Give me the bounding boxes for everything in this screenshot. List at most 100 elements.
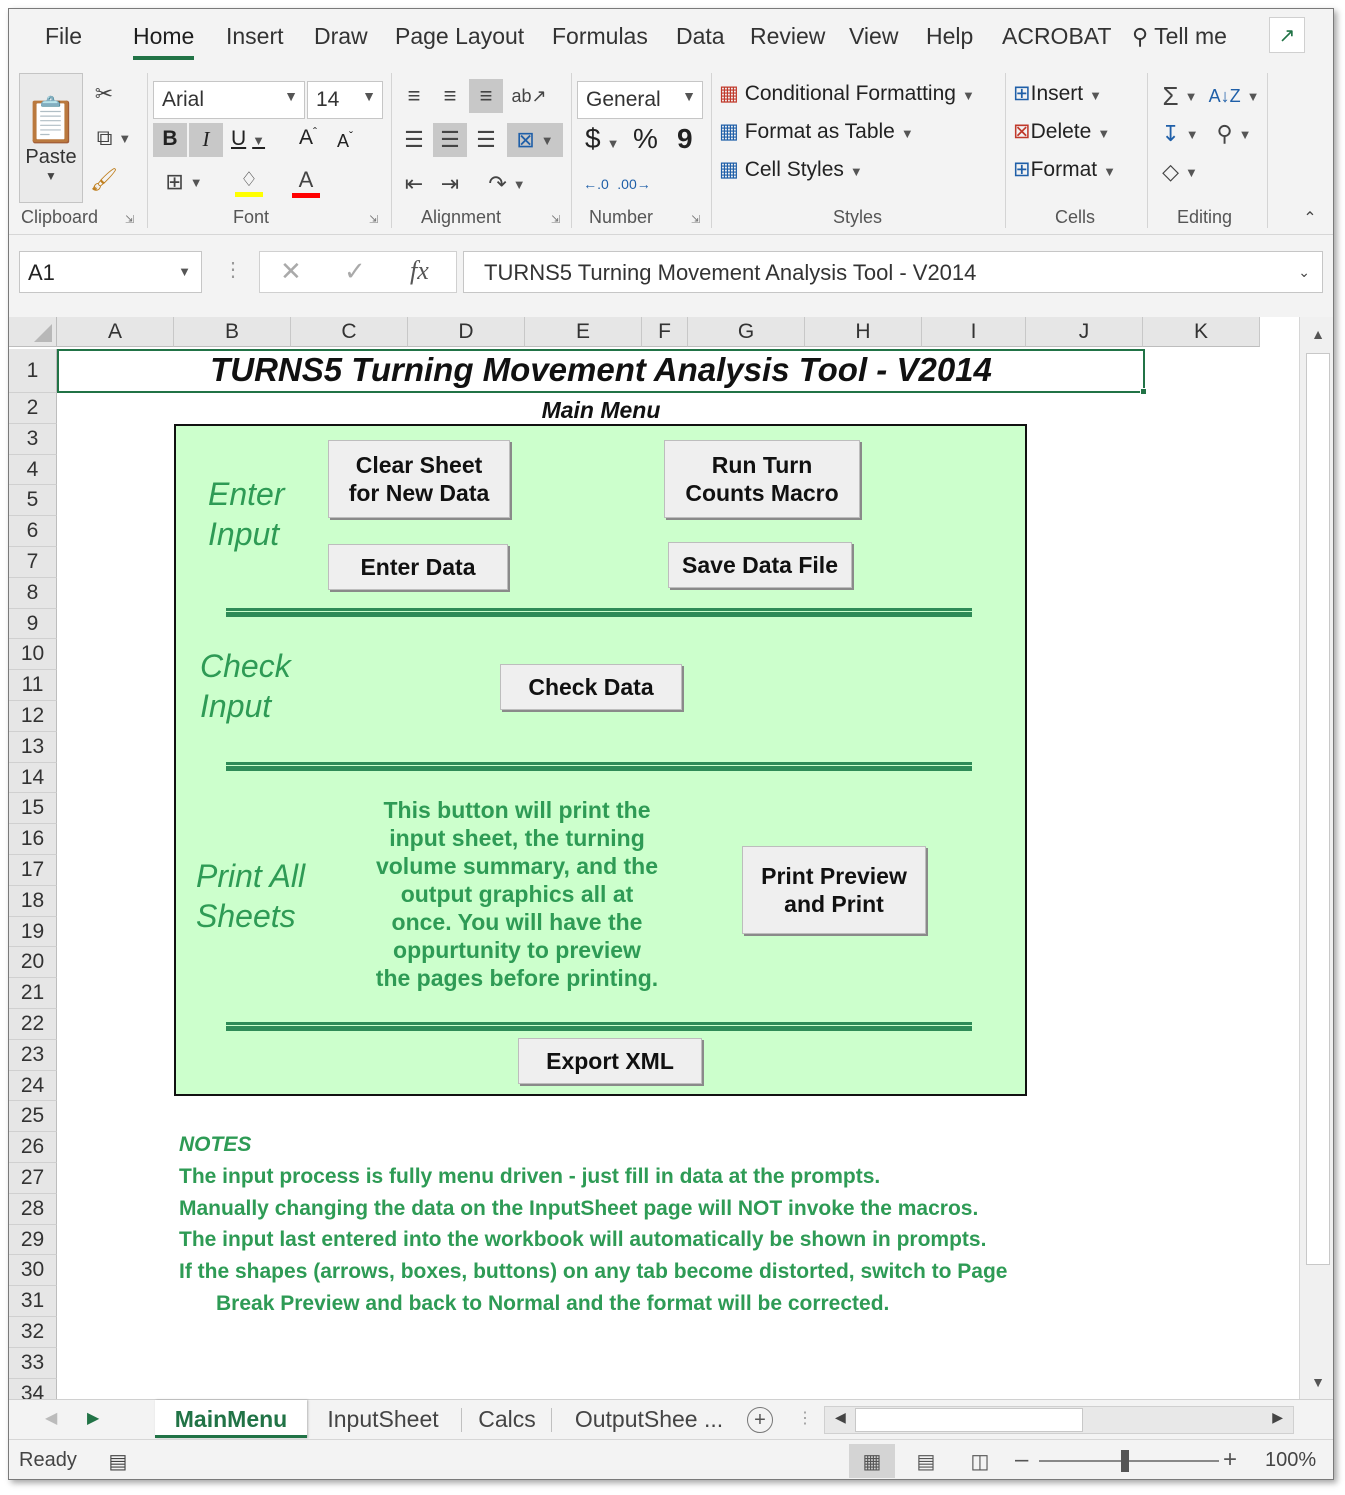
cancel-icon[interactable]: ✕ — [280, 256, 302, 287]
row-header-6[interactable]: 6 — [9, 516, 57, 547]
run-turn-counts-button[interactable]: Run Turn Counts Macro — [664, 440, 860, 518]
row-header-16[interactable]: 16 — [9, 824, 57, 855]
row-header-19[interactable]: 19 — [9, 916, 57, 948]
find-select-icon[interactable]: ⚲ ▼ — [1209, 117, 1259, 151]
drag-handle-icon[interactable]: ⋮ — [223, 257, 243, 282]
row-header-25[interactable]: 25 — [9, 1101, 57, 1133]
normal-view-icon[interactable]: ▦ — [849, 1444, 895, 1478]
row-header-18[interactable]: 18 — [9, 885, 57, 917]
row-header-7[interactable]: 7 — [9, 547, 57, 578]
align-bottom-icon[interactable]: ≡ — [469, 79, 503, 113]
row-header-23[interactable]: 23 — [9, 1039, 57, 1071]
orientation-icon[interactable]: ab↗ — [509, 79, 549, 113]
borders-icon[interactable]: ⊞ ▼ — [155, 167, 213, 197]
shrink-font-button[interactable]: Aˇ — [337, 129, 353, 152]
row-header-9[interactable]: 9 — [9, 608, 57, 640]
column-header-f[interactable]: F — [642, 317, 688, 347]
name-box[interactable]: A1 ▼ — [19, 251, 202, 293]
tab-file[interactable]: File — [45, 23, 82, 50]
zoom-in-icon[interactable]: + — [1223, 1446, 1237, 1474]
increase-decimal-icon[interactable]: ←.0 — [579, 167, 613, 201]
row-header-15[interactable]: 15 — [9, 793, 57, 825]
enter-data-button[interactable]: Enter Data — [328, 544, 508, 590]
row-header-28[interactable]: 28 — [9, 1193, 57, 1225]
tab-help[interactable]: Help — [926, 23, 973, 50]
scroll-right-icon[interactable]: ▶ — [1272, 1409, 1283, 1426]
align-left-icon[interactable]: ☰ — [397, 123, 431, 157]
column-header-e[interactable]: E — [525, 317, 642, 347]
save-data-file-button[interactable]: Save Data File — [668, 542, 852, 588]
sheet-tab-calcs[interactable]: Calcs — [467, 1400, 547, 1438]
insert-function-icon[interactable]: fx — [410, 256, 429, 286]
zoom-slider-knob[interactable] — [1121, 1450, 1129, 1472]
row-header-8[interactable]: 8 — [9, 577, 57, 609]
next-sheet-icon[interactable]: ▶ — [87, 1408, 99, 1428]
column-header-a[interactable]: A — [57, 317, 174, 347]
column-header-g[interactable]: G — [688, 317, 805, 347]
column-header-k[interactable]: K — [1143, 317, 1260, 347]
copy-icon[interactable]: ⧉ ▼ — [89, 123, 139, 153]
sheet-tab-mainmenu[interactable]: MainMenu — [155, 1400, 307, 1438]
dialog-launcher-icon[interactable]: ⇲ — [369, 213, 378, 226]
row-header-20[interactable]: 20 — [9, 947, 57, 979]
align-center-icon[interactable]: ☰ — [433, 123, 467, 157]
tab-acrobat[interactable]: ACROBAT — [1002, 23, 1111, 50]
paste-button[interactable]: 📋 Paste ▼ — [19, 73, 83, 203]
format-cells-button[interactable]: ⊞Format ▼ — [1013, 157, 1116, 182]
zoom-slider-track[interactable] — [1039, 1460, 1219, 1462]
increase-indent-icon[interactable]: ⇥ — [433, 167, 467, 201]
format-as-table-button[interactable]: ▦ Format as Table ▼ — [719, 119, 914, 144]
tab-insert[interactable]: Insert — [226, 23, 284, 50]
sort-filter-icon[interactable]: A↓Z ▼ — [1209, 79, 1260, 113]
row-header-30[interactable]: 30 — [9, 1255, 57, 1287]
italic-button[interactable]: I — [189, 123, 223, 157]
row-header-17[interactable]: 17 — [9, 855, 57, 886]
export-xml-button[interactable]: Export XML — [518, 1038, 702, 1084]
currency-button[interactable]: $ ▼ — [585, 123, 619, 155]
row-header-1[interactable]: 1 — [9, 349, 57, 393]
dialog-launcher-icon[interactable]: ⇲ — [691, 213, 700, 226]
autosum-icon[interactable]: Σ ▼ — [1155, 79, 1205, 113]
conditional-formatting-button[interactable]: ▦ Conditional Formatting ▼ — [719, 81, 975, 106]
zoom-out-icon[interactable]: – — [1015, 1446, 1028, 1474]
fill-down-icon[interactable]: ↧ ▼ — [1155, 117, 1205, 151]
horizontal-scroll-thumb[interactable] — [855, 1408, 1083, 1432]
dialog-launcher-icon[interactable]: ⇲ — [125, 213, 134, 226]
select-all-corner[interactable] — [9, 317, 57, 347]
tab-review[interactable]: Review — [750, 23, 825, 50]
scroll-down-icon[interactable]: ▼ — [1300, 1367, 1333, 1397]
row-header-31[interactable]: 31 — [9, 1286, 57, 1317]
clear-sheet-button[interactable]: Clear Sheet for New Data — [328, 440, 510, 518]
row-header-29[interactable]: 29 — [9, 1224, 57, 1256]
merge-center-icon[interactable]: ⊠ ▼ — [507, 123, 563, 157]
sheet-tab-outputsheet[interactable]: OutputShee ... — [561, 1400, 737, 1438]
row-header-10[interactable]: 10 — [9, 639, 57, 671]
underline-button[interactable]: U ▼ — [231, 127, 265, 151]
percent-button[interactable]: % — [633, 123, 658, 155]
tab-data[interactable]: Data — [676, 23, 725, 50]
expand-formula-icon[interactable]: ⌄ — [1298, 264, 1310, 281]
decrease-indent-icon[interactable]: ⇤ — [397, 167, 431, 201]
macro-record-icon[interactable]: ▤ — [95, 1444, 141, 1478]
column-header-d[interactable]: D — [408, 317, 525, 347]
print-preview-button[interactable]: Print Preview and Print — [742, 846, 926, 934]
fill-color-button[interactable]: ♢ — [221, 165, 277, 199]
grow-font-button[interactable]: Aˆ — [299, 125, 317, 150]
row-header-3[interactable]: 3 — [9, 423, 57, 455]
delete-cells-button[interactable]: ⊠Delete ▼ — [1013, 119, 1110, 144]
confirm-icon[interactable]: ✓ — [344, 256, 366, 287]
row-header-22[interactable]: 22 — [9, 1009, 57, 1040]
vertical-scroll-thumb[interactable] — [1306, 353, 1330, 1265]
align-top-icon[interactable]: ≡ — [397, 79, 431, 113]
row-header-33[interactable]: 33 — [9, 1347, 57, 1379]
clear-eraser-icon[interactable]: ◇ ▼ — [1155, 155, 1205, 189]
row-header-12[interactable]: 12 — [9, 701, 57, 732]
row-header-13[interactable]: 13 — [9, 731, 57, 763]
row-header-5[interactable]: 5 — [9, 485, 57, 517]
wrap-text-icon[interactable]: ↷ ▼ — [479, 167, 535, 201]
row-header-2[interactable]: 2 — [9, 393, 57, 424]
number-format-dropdown[interactable]: General ▼ — [577, 81, 703, 119]
page-break-preview-icon[interactable]: ◫ — [957, 1444, 1003, 1478]
tab-split-handle-icon[interactable]: ⋮ — [797, 1408, 813, 1428]
row-header-21[interactable]: 21 — [9, 978, 57, 1009]
